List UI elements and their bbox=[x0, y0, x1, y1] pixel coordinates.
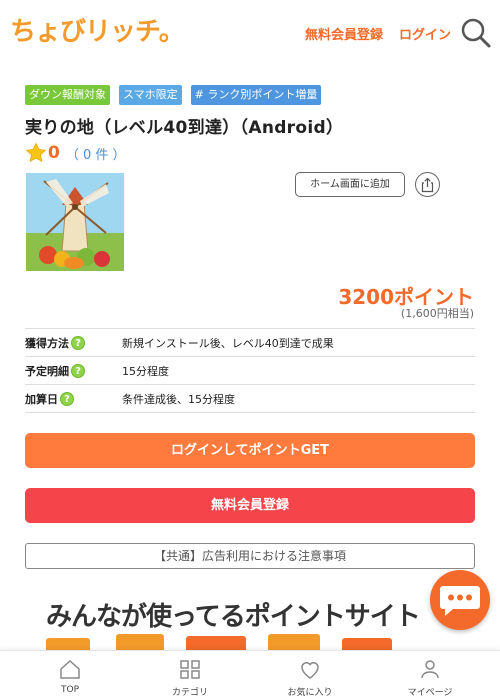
nav-item-category[interactable]: カテゴリ bbox=[150, 651, 230, 700]
signup-button[interactable]: 無料会員登録 bbox=[25, 488, 475, 523]
help-icon[interactable]: ? bbox=[71, 363, 85, 378]
offer-info-table: 獲得方法 ? 新規インストール後、レベル40到達で成果 予定明細 ? 15分程度… bbox=[25, 328, 475, 413]
header: ちょびリッチ。 無料会員登録 ログイン bbox=[0, 0, 500, 64]
banner-text: みんなが使ってるポイントサイト bbox=[46, 602, 421, 632]
app-icon-image bbox=[26, 173, 124, 271]
help-icon[interactable]: ? bbox=[60, 391, 74, 406]
yen-equivalent: (1,600円相当) bbox=[400, 307, 474, 320]
promo-banner[interactable]: みんなが使ってるポイントサイト bbox=[0, 588, 500, 650]
login-get-points-button[interactable]: ログインしてポイントGET bbox=[25, 433, 475, 468]
star-icon bbox=[25, 142, 47, 163]
home-icon bbox=[60, 659, 80, 679]
info-row-acquisition: 獲得方法 ? 新規インストール後、レベル40到達で成果 bbox=[25, 329, 475, 357]
rating-score: 0 bbox=[48, 143, 60, 163]
nav-item-mypage[interactable]: マイページ bbox=[390, 651, 470, 700]
heart-icon bbox=[301, 662, 319, 679]
info-label: 獲得方法 bbox=[25, 336, 69, 350]
tag-download-reward: ダウン報酬対象 bbox=[25, 85, 110, 105]
info-value: 新規インストール後、レベル40到達で成果 bbox=[122, 336, 334, 350]
banner-logo-graphic bbox=[46, 634, 392, 650]
logo-text: ちょびリッチ。 bbox=[10, 17, 185, 47]
info-label: 予定明細 bbox=[25, 364, 69, 378]
info-row-schedule: 予定明細 ? 15分程度 bbox=[25, 357, 475, 385]
nav-label: お気に入り bbox=[287, 688, 333, 698]
tag-rank-bonus[interactable]: # ランク別ポイント増量 bbox=[190, 85, 322, 105]
header-signup-link[interactable]: 無料会員登録 bbox=[305, 24, 383, 43]
bottom-nav: TOP カテゴリ お気に入り マイページ bbox=[0, 650, 500, 700]
nav-item-favorites[interactable]: お気に入り bbox=[270, 651, 350, 700]
search-icon[interactable] bbox=[460, 17, 492, 49]
ad-notice-button[interactable]: 【共通】広告利用における注意事項 bbox=[25, 543, 475, 569]
add-to-home-button[interactable]: ホーム画面に追加 bbox=[295, 172, 405, 197]
rating-count-link[interactable]: （ 0 件 ） bbox=[66, 144, 126, 163]
info-value: 15分程度 bbox=[122, 364, 169, 378]
nav-label: TOP bbox=[60, 685, 79, 695]
logo[interactable]: ちょびリッチ。 bbox=[10, 12, 185, 52]
chat-button[interactable] bbox=[430, 570, 490, 630]
nav-item-top[interactable]: TOP bbox=[30, 651, 110, 700]
nav-label: マイページ bbox=[407, 688, 453, 698]
help-icon[interactable]: ? bbox=[71, 335, 85, 350]
user-icon bbox=[421, 660, 439, 679]
rating: 0 （ 0 件 ） bbox=[25, 142, 126, 164]
info-value: 条件達成後、15分程度 bbox=[122, 392, 235, 406]
info-row-credit-date: 加算日 ? 条件達成後、15分程度 bbox=[25, 385, 475, 413]
category-icon bbox=[180, 660, 200, 679]
header-login-link[interactable]: ログイン bbox=[399, 24, 451, 43]
info-label: 加算日 bbox=[25, 392, 58, 406]
page-title: 実りの地（レベル40到達）（Android） bbox=[25, 118, 344, 138]
nav-label: カテゴリ bbox=[171, 688, 208, 698]
tag-list: ダウン報酬対象 スマホ限定 # ランク別ポイント増量 bbox=[25, 85, 322, 105]
share-icon bbox=[421, 177, 434, 192]
share-button[interactable] bbox=[415, 172, 440, 197]
chat-bubble-icon bbox=[440, 586, 480, 616]
tag-smartphone-only: スマホ限定 bbox=[119, 85, 182, 105]
